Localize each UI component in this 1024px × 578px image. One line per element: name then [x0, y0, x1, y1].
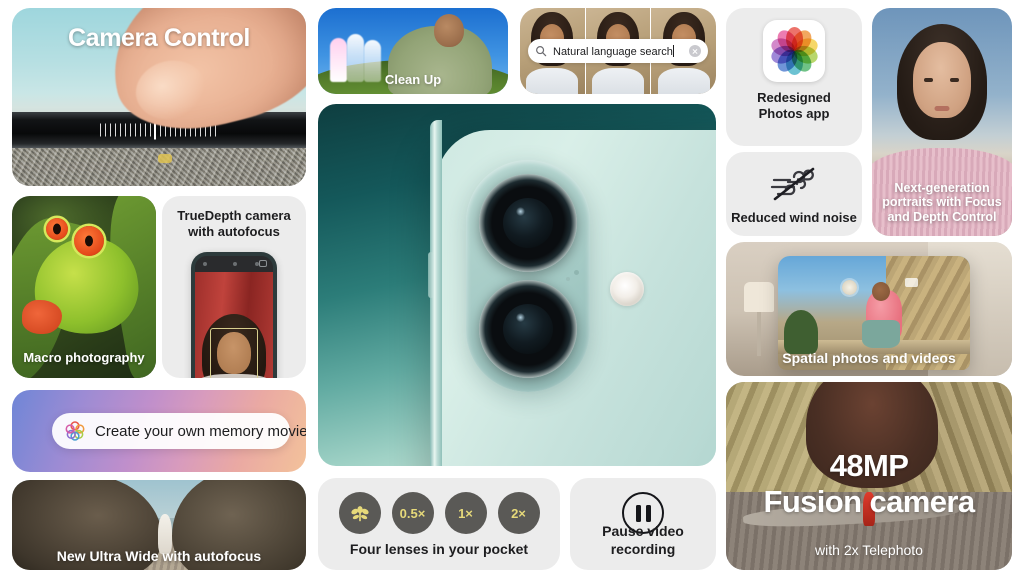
clean-up-caption: Clean Up [384, 72, 442, 88]
subject-lips [934, 106, 950, 111]
apple-intelligence-icon [65, 421, 85, 441]
lens-macro[interactable] [338, 492, 381, 534]
redesigned-photos-app-card[interactable]: Redesigned Photos app [726, 8, 862, 146]
lens-1x[interactable]: 1× [444, 492, 487, 534]
portraits-caption-line1: Next-generation [894, 180, 990, 195]
status-bar [195, 256, 273, 272]
subject-eye [950, 78, 959, 82]
truedepth-camera-card[interactable]: TrueDepth camera with autofocus [162, 196, 306, 378]
fusion-title: 48MP Fusion camera [726, 448, 1012, 519]
search-icon [536, 46, 547, 57]
fusion-subtitle: with 2x Telephoto [815, 541, 923, 558]
photos-app-caption-line2: Photos app [758, 106, 830, 122]
spatial-badge-icon [842, 280, 857, 295]
lens-0-5x[interactable]: 0.5× [391, 492, 434, 534]
iphone-mockup [191, 252, 277, 378]
macro-photography-card[interactable]: Macro photography [12, 196, 156, 378]
truedepth-caption-line1: TrueDepth camera [177, 208, 291, 223]
next-gen-portraits-card[interactable]: Next-generation portraits with Focus and… [872, 8, 1012, 236]
four-lenses-caption: Four lenses in your pocket [349, 540, 529, 557]
macro-flower-icon [350, 506, 369, 522]
memory-movies-input-value[interactable]: Create your own memory movies [95, 423, 306, 440]
lens-button-row[interactable]: 0.5× 1× 2× [318, 492, 560, 534]
reduced-wind-noise-card[interactable]: Reduced wind noise [726, 152, 862, 236]
pinwheel-petals [768, 26, 820, 76]
macro-caption: Macro photography [23, 350, 145, 366]
lens-label: 1× [458, 505, 473, 521]
clear-icon[interactable] [689, 45, 701, 57]
portraits-caption: Next-generation portraits with Focus and… [872, 181, 1012, 224]
phone-screen [195, 256, 273, 378]
iphone-camera-hero-image[interactable] [318, 104, 716, 466]
lens-label: 2× [511, 505, 526, 521]
wind-noise-caption: Reduced wind noise [731, 209, 857, 225]
text-caret [672, 44, 674, 57]
memory-movies-card[interactable]: Create your own memory movies [12, 390, 306, 472]
frog-eye [74, 226, 104, 256]
fusion-camera-card[interactable]: 48MP Fusion camera with 2x Telephoto [726, 382, 1012, 570]
camera-control-card[interactable]: Camera Control [12, 8, 306, 186]
truedepth-caption: TrueDepth camera with autofocus [162, 208, 306, 241]
lamp [744, 282, 774, 312]
microphone [566, 277, 570, 281]
pause-recording-caption: Pause video recording [602, 523, 684, 557]
clean-up-card[interactable]: Clean Up [318, 8, 508, 94]
spatial-photos-card[interactable]: Spatial photos and videos [726, 242, 1012, 376]
flash-led [610, 272, 644, 306]
microphone [574, 270, 579, 275]
photos-app-caption: Redesigned Photos app [726, 90, 862, 123]
spatial-caption: Spatial photos and videos [782, 349, 956, 366]
frog-foot [22, 300, 62, 334]
frog-eye [46, 218, 68, 240]
wind-noise-slash-icon [770, 167, 815, 201]
ui-chip [157, 154, 172, 163]
camera-icon [259, 260, 267, 267]
wide-lens [479, 174, 577, 272]
camera-bump [466, 160, 590, 392]
photos-app-icon [763, 20, 825, 82]
volume-button [428, 252, 434, 298]
subject-eye [924, 78, 933, 82]
face-focus-box [210, 328, 258, 378]
lens-2x[interactable]: 2× [497, 492, 540, 534]
memory-movie-prompt-field[interactable]: Create your own memory movies [52, 413, 306, 449]
natural-language-search-card[interactable]: Natural language search [520, 8, 716, 94]
truedepth-caption-line2: with autofocus [188, 224, 280, 240]
search-bar[interactable]: Natural language search [528, 39, 708, 63]
ultra-wide-card[interactable]: New Ultra Wide with autofocus [12, 480, 306, 570]
person-legs [862, 319, 901, 348]
portraits-caption-line3: and Depth Control [887, 209, 997, 224]
lens-label: 0.5× [399, 505, 426, 521]
video-icon [905, 278, 918, 287]
search-input-value[interactable]: Natural language search [553, 46, 673, 58]
hedge [784, 310, 818, 354]
four-lenses-card[interactable]: 0.5× 1× 2× Four lenses in your pocket [318, 478, 560, 570]
camera-control-title: Camera Control [68, 24, 250, 52]
ultra-wide-caption: New Ultra Wide with autofocus [56, 547, 262, 564]
fusion-title-line2: Fusion camera [763, 483, 975, 519]
fusion-title-line1: 48MP [829, 448, 909, 483]
ultra-wide-lens [479, 280, 577, 378]
photos-app-caption-line1: Redesigned [757, 90, 831, 105]
portraits-caption-line2: portraits with Focus [882, 195, 1002, 210]
pause-video-recording-card[interactable]: Pause video recording [570, 478, 716, 570]
person-head [434, 14, 464, 47]
feature-grid: Camera Control Clean Up Natural language… [0, 0, 1024, 578]
